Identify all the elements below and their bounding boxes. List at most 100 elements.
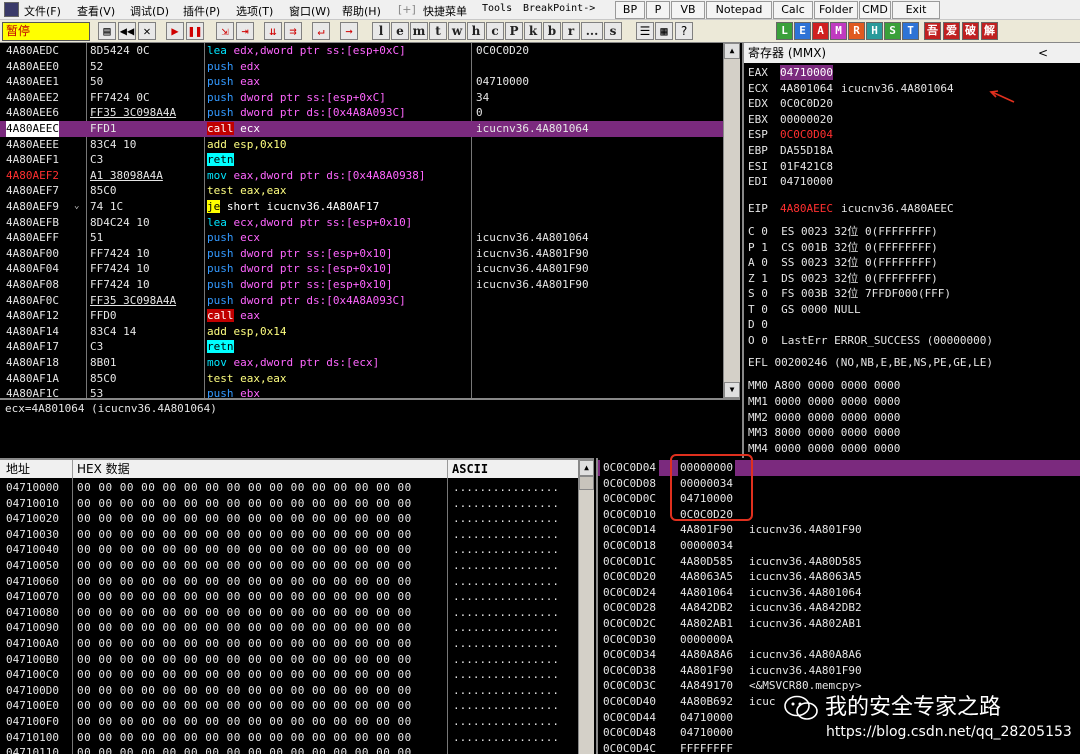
disassembly-row[interactable]: 4A80AEFF 51 push ecx icucnv36.4A801064 xyxy=(0,230,723,246)
register-value[interactable]: 04710000 xyxy=(780,174,833,189)
disassembly-row[interactable]: 4A80AEF1 C3 retn xyxy=(0,152,723,168)
registers-pane[interactable]: 寄存器 (MMX) < EAX 04710000 ECX 4A801064 icucnv… xyxy=(742,43,1080,458)
stack-row[interactable]: 0C0C0D20 4A8063A5 icucnv36.4A8063A5 xyxy=(598,569,1080,585)
animate-into-icon[interactable]: ⇊ xyxy=(264,22,282,40)
cpu-button[interactable]: c xyxy=(486,22,504,40)
dump-col-address[interactable]: 地址 xyxy=(6,460,30,478)
execute-till-return-icon[interactable]: ↵ xyxy=(312,22,330,40)
plugin-E-button[interactable]: E xyxy=(794,22,811,40)
dump-col-ascii[interactable]: ASCII xyxy=(447,460,488,478)
call-stack-button[interactable]: k xyxy=(524,22,542,40)
patches-button[interactable]: P xyxy=(505,22,523,40)
stack-row[interactable]: 0C0C0D14 4A801F90 icucnv36.4A801F90 xyxy=(598,522,1080,538)
menu-view[interactable]: 查看(V) xyxy=(77,3,115,19)
stack-row[interactable]: 0C0C0D38 4A801F90 icucnv36.4A801F90 xyxy=(598,663,1080,679)
register-value[interactable]: DA55D18A xyxy=(780,143,833,158)
stack-row[interactable]: 0C0C0D4C FFFFFFFF xyxy=(598,741,1080,754)
registers-header[interactable]: 寄存器 (MMX) < xyxy=(744,43,1080,63)
mmx-register[interactable]: MM1 0000 0000 0000 0000 xyxy=(748,394,900,409)
plugin-M-button[interactable]: M xyxy=(830,22,847,40)
memory-map-button[interactable]: m xyxy=(410,22,428,40)
stack-row[interactable]: 0C0C0D30 0000000A xyxy=(598,632,1080,648)
mmx-register[interactable]: MM0 A800 0000 0000 0000 xyxy=(748,378,900,393)
folder-button[interactable]: Folder xyxy=(814,1,858,19)
plugin-H-button[interactable]: H xyxy=(866,22,883,40)
chevron-left-icon[interactable]: < xyxy=(1038,43,1048,63)
plugin-A-button[interactable]: A xyxy=(812,22,829,40)
disassembly-row[interactable]: 4A80AF08 FF7424 10 push dword ptr ss:[esp+… xyxy=(0,277,723,293)
menu-expand[interactable]: [+] xyxy=(398,3,416,16)
windows-button[interactable]: w xyxy=(448,22,466,40)
menu-tools[interactable]: Tools xyxy=(482,3,512,14)
breakpoints-button[interactable]: b xyxy=(543,22,561,40)
disassembly-row[interactable]: 4A80AEEC FFD1 call ecx icucnv36.4A801064 xyxy=(0,121,723,137)
run-icon[interactable]: ▶ xyxy=(166,22,184,40)
flag-row[interactable]: O 0 LastErr ERROR_SUCCESS (00000000) xyxy=(748,333,993,348)
run-trace-button[interactable]: ... xyxy=(581,22,603,40)
register-eip[interactable]: EIP 4A80AEEC icucnv36.4A80AEEC xyxy=(748,201,954,216)
stack-row[interactable]: 0C0C0D24 4A801064 icucnv36.4A801064 xyxy=(598,585,1080,601)
dump-scrollbar[interactable]: ▲ xyxy=(578,460,594,754)
register-esp[interactable]: ESP 0C0C0D04 xyxy=(748,127,841,142)
disassembly-row[interactable]: 4A80AF0C FF35 3C098A4A push dword ptr ds:[… xyxy=(0,293,723,309)
menu-shortcuts[interactable]: 快捷菜单 xyxy=(423,3,467,19)
wuaipojie-jie-button[interactable]: 解 xyxy=(981,22,998,40)
menu-plugins[interactable]: 插件(P) xyxy=(183,3,220,19)
flag-row[interactable]: C 0 ES 0023 32位 0(FFFFFFFF) xyxy=(748,224,938,239)
help-icon[interactable]: ? xyxy=(675,22,693,40)
wuaipojie-ai-button[interactable]: 爱 xyxy=(943,22,960,40)
rewind-icon[interactable]: ◀◀ xyxy=(118,22,136,40)
disassembly-row[interactable]: 4A80AF12 FFD0 call eax xyxy=(0,308,723,324)
register-edi[interactable]: EDI 04710000 xyxy=(748,174,841,189)
notepad-button[interactable]: Notepad xyxy=(706,1,772,19)
executable-modules-button[interactable]: e xyxy=(391,22,409,40)
register-value[interactable]: 04710000 xyxy=(780,65,833,80)
menu-window[interactable]: 窗口(W) xyxy=(289,3,330,19)
register-value[interactable]: 0C0C0D04 xyxy=(780,127,833,142)
p-button[interactable]: P xyxy=(646,1,670,19)
flag-row[interactable]: S 0 FS 003B 32位 7FFDF000(FFF) xyxy=(748,286,951,301)
disassembly-row[interactable]: 4A80AEDC 8D5424 0C lea edx,dword ptr ss:[e… xyxy=(0,43,723,59)
menu-options[interactable]: 选项(T) xyxy=(236,3,273,19)
flag-row[interactable]: A 0 SS 0023 32位 0(FFFFFFFF) xyxy=(748,255,938,270)
flag-row[interactable]: Z 1 DS 0023 32位 0(FFFFFFFF) xyxy=(748,271,938,286)
log-button[interactable]: l xyxy=(372,22,390,40)
register-ecx[interactable]: ECX 4A801064 icucnv36.4A801064 xyxy=(748,81,954,96)
disassembly-row[interactable]: 4A80AF00 FF7424 10 push dword ptr ss:[esp+… xyxy=(0,246,723,262)
bp-button[interactable]: BP xyxy=(615,1,645,19)
flag-row[interactable]: T 0 GS 0000 NULL xyxy=(748,302,861,317)
disassembly-row[interactable]: 4A80AEEE 83C4 10 add esp,0x10 xyxy=(0,137,723,153)
open-icon[interactable]: ▤ xyxy=(98,22,116,40)
close-icon[interactable]: ✕ xyxy=(138,22,156,40)
disassembly-row[interactable]: 4A80AF18 8B01 mov eax,dword ptr ds:[ecx] xyxy=(0,355,723,371)
disassembly-row[interactable]: 4A80AEE1 50 push eax 04710000 xyxy=(0,74,723,90)
handles-button[interactable]: h xyxy=(467,22,485,40)
exit-button[interactable]: Exit xyxy=(892,1,940,19)
go-to-icon[interactable]: → xyxy=(340,22,358,40)
wuaipojie-wu-button[interactable]: 吾 xyxy=(924,22,941,40)
stack-row[interactable]: 0C0C0D1C 4A80D585 icucnv36.4A80D585 xyxy=(598,554,1080,570)
register-value[interactable]: 01F421C8 xyxy=(780,159,833,174)
scroll-thumb[interactable] xyxy=(579,476,594,490)
plugin-T-button[interactable]: T xyxy=(902,22,919,40)
menu-file[interactable]: 文件(F) xyxy=(24,3,61,19)
disassembly-scrollbar[interactable]: ▲ ▼ xyxy=(723,43,740,398)
animate-over-icon[interactable]: ⇉ xyxy=(284,22,302,40)
scroll-up-icon[interactable]: ▲ xyxy=(579,460,594,476)
stack-row[interactable]: 0C0C0D34 4A80A8A6 icucnv36.4A80A8A6 xyxy=(598,647,1080,663)
disassembly-row[interactable]: 4A80AEFB 8D4C24 10 lea ecx,dword ptr ss:[e… xyxy=(0,215,723,231)
register-eax[interactable]: EAX 04710000 xyxy=(748,65,841,80)
plugin-L-button[interactable]: L xyxy=(776,22,793,40)
wuaipojie-po-button[interactable]: 破 xyxy=(962,22,979,40)
disassembly-row[interactable]: 4A80AF14 83C4 14 add esp,0x14 xyxy=(0,324,723,340)
cmd-button[interactable]: CMD xyxy=(859,1,891,19)
stack-row[interactable]: 0C0C0D28 4A842DB2 icucnv36.4A842DB2 xyxy=(598,600,1080,616)
dump-col-hex[interactable]: HEX 数据 xyxy=(72,460,130,478)
disassembly-row[interactable]: 4A80AEF7 85C0 test eax,eax xyxy=(0,183,723,199)
app-icon[interactable] xyxy=(4,2,19,17)
menu-help[interactable]: 帮助(H) xyxy=(342,3,381,19)
list-icon[interactable]: ☰ xyxy=(636,22,654,40)
pause-icon[interactable]: ❚❚ xyxy=(186,22,204,40)
threads-button[interactable]: t xyxy=(429,22,447,40)
calc-button[interactable]: Calc xyxy=(773,1,813,19)
